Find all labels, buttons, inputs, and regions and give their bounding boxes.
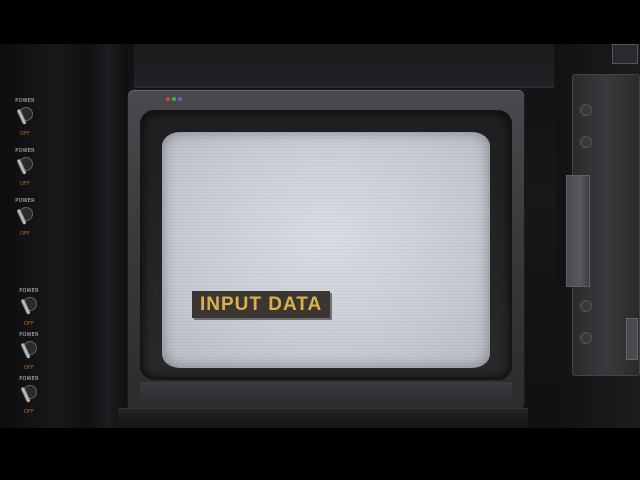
switch-off-label: OFF	[23, 409, 35, 415]
side-knob-icon[interactable]	[580, 300, 592, 312]
switch-power-label: POWER	[15, 98, 35, 104]
letterbox-top	[0, 0, 640, 44]
switch-off-label: OFF	[19, 181, 31, 187]
switch-power-label: POWER	[15, 148, 35, 154]
switch-power-label: POWER	[19, 288, 39, 294]
switch-off-label: OFF	[23, 321, 35, 327]
monitor-bottom-bezel	[140, 382, 512, 404]
power-switch-1[interactable]: POWER OFF	[10, 98, 50, 138]
brand-dot-green	[172, 97, 176, 101]
power-switch-3[interactable]: POWER OFF	[10, 198, 50, 238]
side-knob-icon[interactable]	[580, 136, 592, 148]
letterbox-bottom	[0, 428, 640, 480]
rack-top-panel	[134, 44, 554, 88]
brand-dot-red	[166, 97, 170, 101]
switch-off-label: OFF	[23, 365, 35, 371]
brand-dot-blue	[178, 97, 182, 101]
power-switch-2[interactable]: POWER OFF	[10, 148, 50, 188]
side-slot	[566, 175, 590, 287]
power-switch-6[interactable]: POWER OFF	[14, 376, 54, 416]
side-knob-icon[interactable]	[580, 104, 592, 116]
power-switch-5[interactable]: POWER OFF	[14, 332, 54, 372]
rack-pillar	[88, 44, 128, 428]
scene: POWER OFF POWER OFF POWER OFF POWER OFF …	[0, 0, 640, 480]
side-bracket	[626, 318, 638, 360]
monitor-top-strip	[138, 95, 514, 107]
switch-power-label: POWER	[19, 332, 39, 338]
power-switch-4[interactable]: POWER OFF	[14, 288, 54, 328]
side-knob-icon[interactable]	[580, 332, 592, 344]
monitor-base	[118, 408, 528, 429]
brand-color-dots-icon	[166, 97, 182, 101]
switch-off-label: OFF	[19, 131, 31, 137]
scanlines	[162, 132, 490, 368]
input-data-label: INPUT DATA	[192, 291, 331, 318]
switch-power-label: POWER	[19, 376, 39, 382]
crt-screen[interactable]: INPUT DATA	[162, 132, 490, 368]
switch-power-label: POWER	[15, 198, 35, 204]
top-right-unit	[612, 44, 638, 64]
switch-off-label: OFF	[19, 231, 31, 237]
crt-monitor: INPUT DATA	[128, 90, 524, 410]
monitor-bezel: INPUT DATA	[140, 110, 512, 380]
